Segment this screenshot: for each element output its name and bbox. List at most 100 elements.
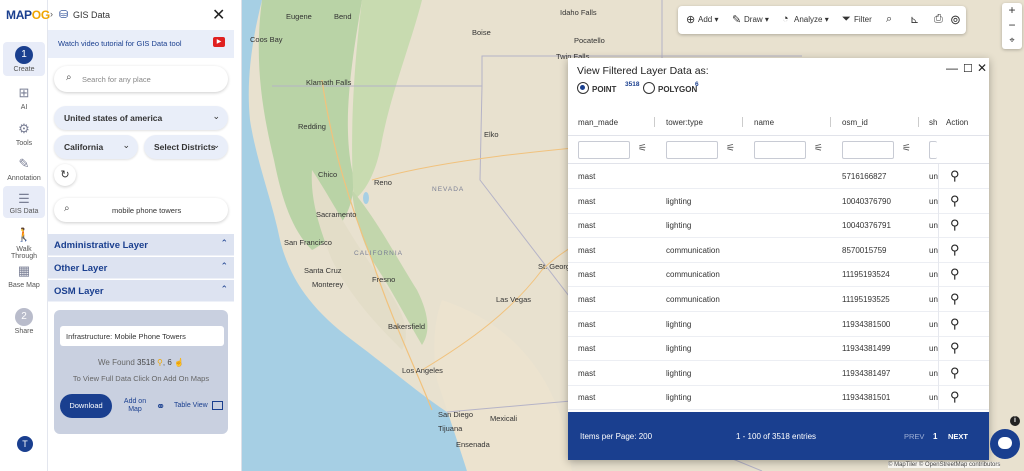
binoculars-icon[interactable]: ⚭ — [156, 400, 165, 413]
zoom-to-feature-icon[interactable]: ⚲ — [950, 389, 960, 405]
cell-tower-type: lighting — [666, 319, 692, 329]
zoom-to-feature-icon[interactable]: ⚲ — [950, 193, 960, 209]
filter-icon[interactable]: ⚟ — [638, 143, 647, 154]
column-divider[interactable] — [742, 117, 743, 127]
items-per-page[interactable]: Items per Page: 200 — [580, 432, 652, 441]
zoom-to-feature-icon[interactable]: ⚲ — [950, 316, 960, 332]
zoom-to-feature-icon[interactable]: ⚲ — [950, 291, 960, 307]
tutorial-banner[interactable]: Watch video tutorial for GIS Data tool ▶ — [48, 30, 234, 58]
filter-icon[interactable]: ⚟ — [814, 143, 823, 154]
refresh-button[interactable]: ↻ — [54, 164, 76, 186]
prev-button[interactable]: PREV — [904, 432, 924, 441]
cell-sh: un — [929, 245, 938, 255]
layer-search[interactable]: ⌕ mobile phone towers — [54, 198, 228, 222]
column-divider[interactable] — [830, 117, 831, 127]
close-icon[interactable]: ✕ — [212, 5, 225, 25]
filter-icon[interactable]: ⚟ — [726, 143, 735, 154]
column-divider[interactable] — [918, 117, 919, 127]
table-row[interactable]: mast lighting 11934381499 un ⚲ — [568, 336, 989, 362]
mapog-logo[interactable]: MAPOG — [6, 8, 50, 22]
zoom-to-feature-icon[interactable]: ⚲ — [950, 340, 960, 356]
rail-annotation[interactable]: ✎ Annotation — [3, 155, 45, 182]
filter-osm-id-input[interactable] — [842, 141, 894, 159]
rail-ai[interactable]: ⊞ AI — [3, 84, 45, 111]
filter-name-input[interactable] — [754, 141, 806, 159]
info-icon[interactable]: i — [1010, 416, 1020, 426]
place-search[interactable]: ⌕ Search for any place — [54, 66, 228, 92]
table-icon[interactable] — [212, 401, 223, 410]
col-man-made[interactable]: man_made — [578, 118, 618, 127]
polygon-icon: ☝ — [174, 358, 184, 367]
city-label: Klamath Falls — [306, 78, 352, 87]
table-row[interactable]: mast lighting 11934381497 un ⚲ — [568, 360, 989, 386]
table-row[interactable]: mast lighting 11934381501 un ⚲ — [568, 385, 989, 410]
infrastructure-field[interactable]: Infrastructure: Mobile Phone Towers — [60, 326, 224, 346]
zoom-in-button[interactable]: + — [1002, 3, 1022, 18]
table-row[interactable]: mast lighting 10040376791 un ⚲ — [568, 213, 989, 239]
locate-icon[interactable]: ⊚ — [950, 12, 961, 28]
district-select[interactable]: Select Districts ⌄ — [144, 135, 228, 159]
other-layer-header[interactable]: Other Layer ⌃ — [48, 257, 234, 279]
chevron-right-icon[interactable]: › — [50, 9, 53, 19]
add-button[interactable]: Add ▾ — [698, 15, 718, 24]
polygon-radio[interactable]: POLYGON 6 — [643, 81, 703, 96]
action-divider — [938, 287, 939, 312]
table-row[interactable]: mast communication 11195193524 un ⚲ — [568, 262, 989, 288]
radio-selected-icon — [577, 82, 589, 94]
col-osm-id[interactable]: osm_id — [842, 118, 868, 127]
col-name[interactable]: name — [754, 118, 774, 127]
table-row[interactable]: mast 5716166827 un ⚲ — [568, 164, 989, 189]
state-value: California — [64, 142, 104, 152]
rail-base-map[interactable]: ▦ Base Map — [3, 262, 45, 289]
current-page: 1 — [933, 432, 938, 441]
rail-tools[interactable]: ⚙ Tools — [3, 120, 45, 147]
rail-create[interactable]: 1 Create — [3, 42, 45, 76]
administrative-layer-header[interactable]: Administrative Layer ⌃ — [48, 234, 234, 256]
col-tower-type[interactable]: tower:type — [666, 118, 703, 127]
city-label: San Francisco — [284, 238, 332, 247]
cell-sh: un — [929, 172, 938, 181]
rail-share[interactable]: 2 Share — [3, 308, 45, 335]
filter-button[interactable]: Filter — [854, 15, 872, 24]
gis-data-panel: › ⛁ GIS Data ✕ Watch video tutorial for … — [48, 0, 242, 471]
table-row[interactable]: mast lighting 11934381500 un ⚲ — [568, 311, 989, 337]
osm-layer-header[interactable]: OSM Layer ⌃ — [48, 280, 234, 302]
close-icon[interactable]: ✕ — [977, 61, 987, 75]
filter-sh-input[interactable] — [929, 141, 937, 159]
table-row[interactable]: mast communication 8570015759 un ⚲ — [568, 237, 989, 263]
table-row[interactable]: mast lighting 10040376790 un ⚲ — [568, 188, 989, 214]
rail-walk-through[interactable]: 🚶 Walk Through — [3, 226, 45, 260]
draw-button[interactable]: Draw ▾ — [744, 15, 769, 24]
state-select[interactable]: California ⌄ — [54, 135, 138, 159]
filter-icon[interactable]: ⚟ — [902, 143, 911, 154]
compass-icon[interactable]: ⌖ — [1002, 33, 1022, 48]
zoom-to-feature-icon[interactable]: ⚲ — [950, 365, 960, 381]
filter-tower-type-input[interactable] — [666, 141, 718, 159]
download-button[interactable]: Download — [60, 394, 112, 418]
point-radio[interactable]: POINT 3518 — [577, 81, 639, 96]
next-button[interactable]: NEXT — [948, 432, 968, 441]
search-icon[interactable]: ⌕ — [886, 13, 892, 26]
rail-gis-data[interactable]: ☰ GIS Data — [3, 186, 45, 218]
youtube-icon[interactable]: ▶ — [213, 37, 225, 47]
analyze-button[interactable]: Analyze ▾ — [794, 15, 829, 24]
filter-man-made-input[interactable] — [578, 141, 630, 159]
col-sh[interactable]: sh — [929, 118, 937, 127]
zoom-to-feature-icon[interactable]: ⚲ — [950, 217, 960, 233]
country-select[interactable]: United states of america ⌄ — [54, 106, 228, 130]
chat-button[interactable] — [990, 429, 1020, 459]
state-label: NEVADA — [432, 186, 465, 193]
zoom-to-feature-icon[interactable]: ⚲ — [950, 168, 960, 184]
table-row[interactable]: mast communication 11195193525 un ⚲ — [568, 287, 989, 312]
measure-icon[interactable]: ⊾ — [910, 13, 919, 26]
table-view-button[interactable]: Table View — [174, 402, 208, 409]
zoom-out-button[interactable]: − — [1002, 18, 1022, 33]
column-divider[interactable] — [654, 117, 655, 127]
maximize-icon[interactable]: ☐ — [963, 62, 973, 75]
zoom-to-feature-icon[interactable]: ⚲ — [950, 242, 960, 258]
print-icon[interactable]: ⎙ — [934, 13, 943, 26]
avatar[interactable]: T — [17, 436, 33, 452]
minimize-icon[interactable]: — — [946, 61, 958, 75]
add-on-map-button[interactable]: Add on Map — [120, 398, 150, 414]
zoom-to-feature-icon[interactable]: ⚲ — [950, 266, 960, 282]
